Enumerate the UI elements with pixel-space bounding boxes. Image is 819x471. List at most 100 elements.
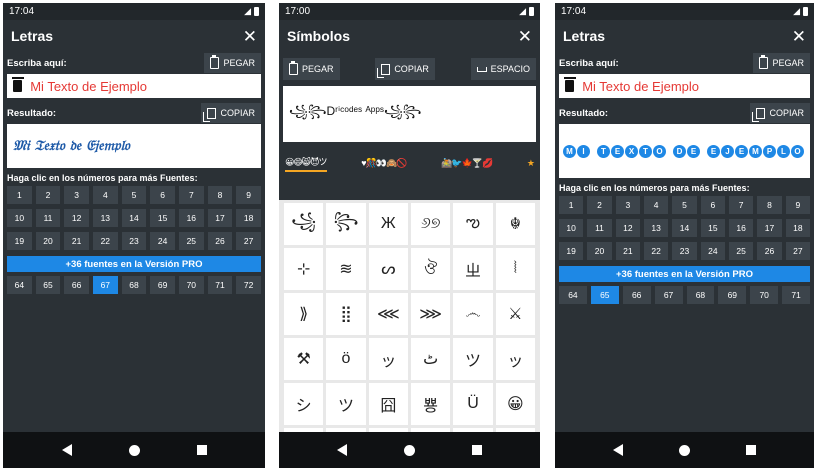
font-number-11[interactable]: 11 xyxy=(587,219,612,237)
font-number-69[interactable]: 69 xyxy=(718,286,747,304)
home-icon[interactable] xyxy=(403,444,415,456)
text-input[interactable] xyxy=(30,78,257,94)
font-number-64[interactable]: 64 xyxy=(7,276,32,294)
symbol-cell[interactable]: ⦚ xyxy=(495,248,535,290)
font-number-21[interactable]: 21 xyxy=(64,232,89,250)
copy-button[interactable]: COPIAR xyxy=(201,103,261,123)
font-number-2[interactable]: 2 xyxy=(35,186,61,204)
font-number-69[interactable]: 69 xyxy=(150,276,175,294)
paste-button[interactable]: PEGAR xyxy=(283,58,340,80)
symbol-cell[interactable]: ෴ xyxy=(453,293,493,335)
font-number-70[interactable]: 70 xyxy=(750,286,779,304)
symbol-preview[interactable]: ꧁꧂Dʳⁱᶜᵒᵈᵉˢ ᴬᵖᵖˢ꧁꧂ xyxy=(283,86,536,142)
symbol-cell[interactable]: ⣿ xyxy=(326,293,366,335)
symbol-cell[interactable]: 😀 xyxy=(495,383,535,425)
font-number-21[interactable]: 21 xyxy=(615,242,640,260)
font-number-4[interactable]: 4 xyxy=(92,186,118,204)
symbol-cell[interactable]: 囧 xyxy=(368,383,408,425)
font-number-13[interactable]: 13 xyxy=(92,209,118,227)
font-number-8[interactable]: 8 xyxy=(207,186,233,204)
text-input[interactable] xyxy=(582,78,806,94)
paste-button[interactable]: PEGAR xyxy=(204,53,261,73)
font-number-68[interactable]: 68 xyxy=(686,286,715,304)
font-number-18[interactable]: 18 xyxy=(785,219,810,237)
font-number-7[interactable]: 7 xyxy=(178,186,204,204)
symbol-cell[interactable]: ঔ xyxy=(410,248,451,290)
font-number-2[interactable]: 2 xyxy=(587,196,612,214)
close-icon[interactable]: ✕ xyxy=(792,28,806,45)
category-tab-3[interactable]: 🚵🐦🍁🍸💋 xyxy=(441,158,493,169)
symbol-cell[interactable]: Ж xyxy=(368,203,408,245)
font-number-9[interactable]: 9 xyxy=(785,196,810,214)
font-number-5[interactable]: 5 xyxy=(672,196,697,214)
font-number-22[interactable]: 22 xyxy=(92,232,118,250)
font-number-23[interactable]: 23 xyxy=(121,232,147,250)
back-icon[interactable] xyxy=(613,444,623,456)
symbol-cell[interactable]: ꧂ xyxy=(326,203,366,245)
symbol-cell[interactable]: ッ xyxy=(368,338,408,380)
font-number-13[interactable]: 13 xyxy=(644,219,669,237)
symbol-cell[interactable]: ≋ xyxy=(326,248,366,290)
symbol-cell[interactable]: ⋘ xyxy=(368,293,408,335)
font-number-6[interactable]: 6 xyxy=(150,186,175,204)
symbol-cell[interactable]: ☬ xyxy=(495,203,535,245)
trash-icon[interactable] xyxy=(11,77,25,92)
symbol-cell[interactable]: ᔕ xyxy=(368,248,408,290)
home-icon[interactable] xyxy=(128,444,140,456)
font-number-24[interactable]: 24 xyxy=(700,242,725,260)
font-number-5[interactable]: 5 xyxy=(121,186,147,204)
font-number-1[interactable]: 1 xyxy=(559,196,584,214)
font-number-67[interactable]: 67 xyxy=(654,286,683,304)
symbol-cell[interactable]: シ xyxy=(284,383,324,425)
symbol-cell[interactable]: ఌ xyxy=(453,203,493,245)
recents-icon[interactable] xyxy=(196,445,207,455)
font-number-15[interactable]: 15 xyxy=(150,209,175,227)
font-number-66[interactable]: 66 xyxy=(622,286,651,304)
font-number-16[interactable]: 16 xyxy=(729,219,754,237)
symbol-cell[interactable]: ⟫ xyxy=(284,293,324,335)
symbol-cell[interactable]: ٹ xyxy=(410,338,451,380)
font-number-23[interactable]: 23 xyxy=(672,242,697,260)
symbol-cell[interactable]: ⚒ xyxy=(284,338,324,380)
font-number-14[interactable]: 14 xyxy=(121,209,147,227)
font-number-66[interactable]: 66 xyxy=(64,276,89,294)
font-number-25[interactable]: 25 xyxy=(729,242,754,260)
font-number-1[interactable]: 1 xyxy=(7,186,32,204)
font-number-17[interactable]: 17 xyxy=(757,219,782,237)
paste-button[interactable]: PEGAR xyxy=(753,53,810,73)
font-number-67[interactable]: 67 xyxy=(92,276,118,294)
font-number-7[interactable]: 7 xyxy=(729,196,754,214)
font-number-10[interactable]: 10 xyxy=(559,219,584,237)
symbol-cell[interactable]: ッ xyxy=(495,338,535,380)
home-icon[interactable] xyxy=(679,444,690,456)
back-icon[interactable] xyxy=(337,444,348,456)
font-number-26[interactable]: 26 xyxy=(207,232,233,250)
close-icon[interactable]: ✕ xyxy=(518,28,532,45)
symbol-cell[interactable]: Ü xyxy=(453,383,493,425)
font-number-24[interactable]: 24 xyxy=(150,232,175,250)
pro-banner[interactable]: +36 fuentes en la Versión PRO xyxy=(559,266,810,282)
font-number-3[interactable]: 3 xyxy=(64,186,89,204)
recents-icon[interactable] xyxy=(746,445,756,455)
font-number-65[interactable]: 65 xyxy=(590,286,619,304)
symbol-cell[interactable]: ツ xyxy=(453,338,493,380)
font-number-17[interactable]: 17 xyxy=(207,209,233,227)
symbol-cell[interactable]: ツ xyxy=(326,383,366,425)
category-tab-1[interactable]: 😀😄😸😈ツ xyxy=(285,155,328,172)
font-number-14[interactable]: 14 xyxy=(672,219,697,237)
font-number-15[interactable]: 15 xyxy=(700,219,725,237)
font-number-9[interactable]: 9 xyxy=(236,186,261,204)
font-number-70[interactable]: 70 xyxy=(178,276,204,294)
trash-icon[interactable] xyxy=(563,77,577,92)
recents-icon[interactable] xyxy=(471,445,482,455)
symbol-cell[interactable]: ꧁ xyxy=(284,203,324,245)
symbol-cell[interactable]: ⊹ xyxy=(284,248,324,290)
copy-button[interactable]: COPIAR xyxy=(750,103,810,123)
font-number-8[interactable]: 8 xyxy=(757,196,782,214)
font-number-20[interactable]: 20 xyxy=(587,242,612,260)
symbol-cell[interactable]: ö xyxy=(326,338,366,380)
font-number-12[interactable]: 12 xyxy=(615,219,640,237)
font-number-12[interactable]: 12 xyxy=(64,209,89,227)
font-number-64[interactable]: 64 xyxy=(559,286,587,304)
symbol-cell[interactable]: 뿅 xyxy=(410,383,451,425)
